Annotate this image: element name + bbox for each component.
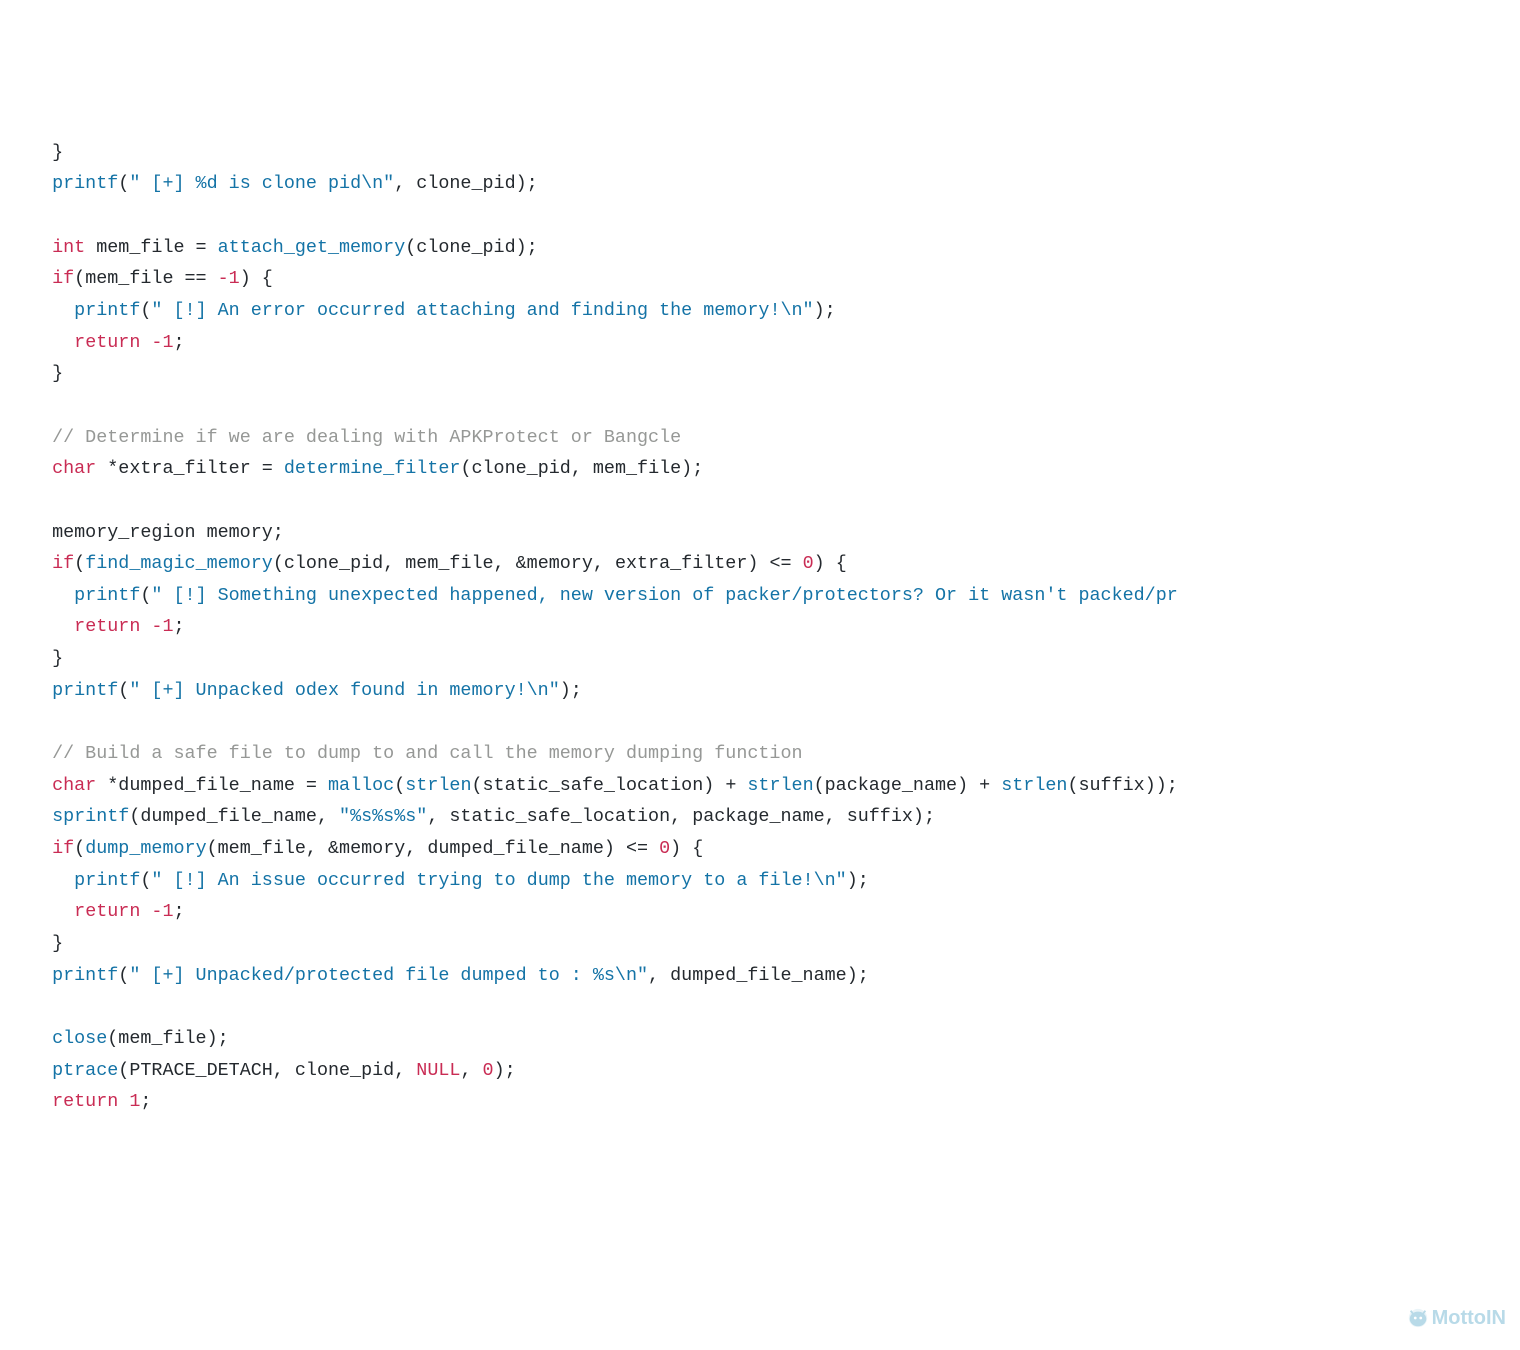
fn-ptrace: ptrace — [52, 1060, 118, 1081]
code-line: } — [30, 142, 63, 163]
fn-strlen: strlen — [1001, 775, 1067, 796]
watermark-text: MottoIN — [1432, 1301, 1506, 1335]
comment: // Build a safe file to dump to and call… — [52, 743, 802, 764]
fn-close: close — [52, 1028, 107, 1049]
fn-attach-get-memory: attach_get_memory — [218, 237, 406, 258]
string-literal: " [!] An issue occurred trying to dump t… — [151, 870, 846, 891]
fn-strlen: strlen — [747, 775, 813, 796]
keyword-return: return — [74, 616, 140, 637]
fn-sprintf: sprintf — [52, 806, 129, 827]
string-literal: " [+] %d is clone pid\n" — [129, 173, 394, 194]
fn-printf: printf — [52, 965, 118, 986]
string-literal: " [+] Unpacked/protected file dumped to … — [129, 965, 648, 986]
keyword-char: char — [52, 458, 96, 479]
string-literal: "%s%s%s" — [339, 806, 427, 827]
keyword-int: int — [52, 237, 85, 258]
keyword-return: return — [52, 1091, 118, 1112]
watermark: MottoIN — [1407, 1301, 1506, 1335]
fn-printf: printf — [74, 870, 140, 891]
fn-malloc: malloc — [328, 775, 394, 796]
fn-printf: printf — [52, 173, 118, 194]
comment: // Determine if we are dealing with APKP… — [52, 427, 681, 448]
fn-strlen: strlen — [405, 775, 471, 796]
keyword-char: char — [52, 775, 96, 796]
code-line: memory_region memory; — [30, 522, 284, 543]
cat-icon — [1407, 1307, 1429, 1329]
fn-determine-filter: determine_filter — [284, 458, 461, 479]
keyword-if: if — [52, 553, 74, 574]
code-block: } printf(" [+] %d is clone pid\n", clone… — [30, 137, 1520, 1118]
fn-printf: printf — [52, 680, 118, 701]
fn-printf: printf — [74, 585, 140, 606]
fn-find-magic-memory: find_magic_memory — [85, 553, 273, 574]
fn-dump-memory: dump_memory — [85, 838, 206, 859]
keyword-if: if — [52, 838, 74, 859]
keyword-return: return — [74, 901, 140, 922]
fn-printf: printf — [74, 300, 140, 321]
keyword-return: return — [74, 332, 140, 353]
string-literal: " [!] Something unexpected happened, new… — [151, 585, 1177, 606]
keyword-if: if — [52, 268, 74, 289]
string-literal: " [!] An error occurred attaching and fi… — [151, 300, 813, 321]
string-literal: " [+] Unpacked odex found in memory!\n" — [129, 680, 559, 701]
